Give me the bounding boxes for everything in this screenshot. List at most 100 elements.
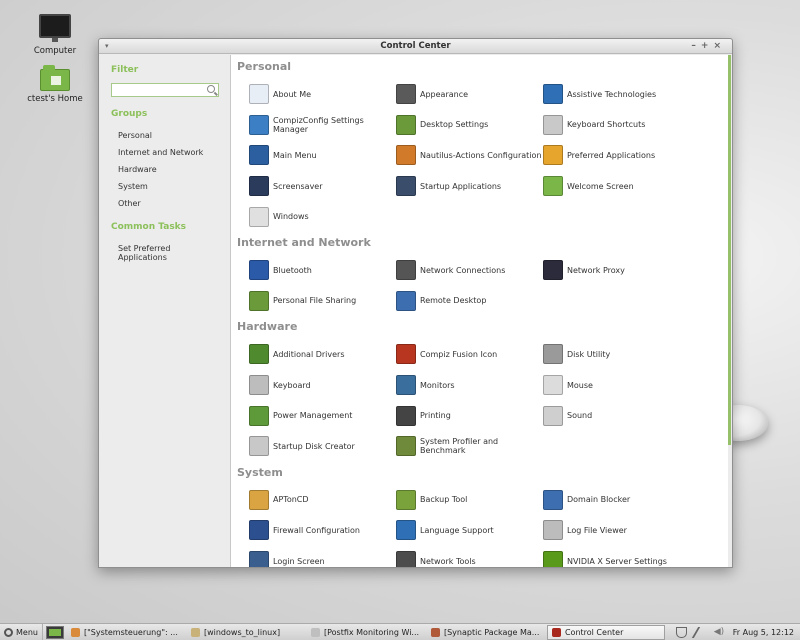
settings-item[interactable]: Network Tools [396, 546, 543, 567]
settings-item[interactable]: Keyboard Shortcuts [543, 110, 690, 141]
taskbar-window-button[interactable]: Control Center [546, 624, 665, 640]
settings-item-label: Disk Utility [567, 349, 611, 359]
task-set-preferred-apps[interactable]: Set Preferred Applications [111, 240, 217, 266]
taskbar-window-button[interactable]: [Postfix Monitoring Wi... [307, 625, 425, 640]
settings-item[interactable]: Language Support [396, 515, 543, 546]
compiz-config-icon [249, 114, 269, 135]
settings-item[interactable]: Appearance [396, 79, 543, 110]
settings-item[interactable]: Domain Blocker [543, 485, 690, 516]
minimize-button[interactable]: – [691, 41, 701, 51]
menu-button[interactable]: Menu [0, 623, 43, 640]
settings-item[interactable]: Welcome Screen [543, 171, 690, 202]
settings-item-label: Assistive Technologies [567, 89, 657, 99]
settings-item[interactable]: Backup Tool [396, 485, 543, 516]
desktop-icon-computer[interactable]: Computer [20, 14, 90, 56]
language-support-icon [396, 520, 416, 541]
taskbar: Menu ["Systemsteuerung": ... [windows_to_… [0, 623, 800, 640]
nautilus-actions-icon [396, 145, 416, 166]
settings-item-label: Startup Applications [420, 181, 502, 191]
settings-item[interactable]: Screensaver [249, 171, 396, 202]
settings-item-label: Backup Tool [420, 495, 468, 505]
close-button[interactable]: × [713, 41, 726, 51]
desktop-icon-label: ctest's Home [27, 94, 83, 104]
settings-item-label: Network Connections [420, 265, 506, 275]
settings-item[interactable]: Mouse [543, 370, 690, 401]
settings-item-label: Domain Blocker [567, 495, 631, 505]
window-menu-icon[interactable]: ▾ [105, 39, 109, 54]
settings-item-label: Screensaver [273, 181, 323, 191]
window-title: Control Center [380, 41, 451, 51]
settings-item[interactable]: Startup Applications [396, 171, 543, 202]
settings-item[interactable]: Firewall Configuration [249, 515, 396, 546]
desktop-icon-home[interactable]: ctest's Home [20, 64, 90, 104]
keyboard-icon [249, 375, 269, 396]
settings-item-label: Sound [567, 411, 593, 421]
window-titlebar[interactable]: ▾ Control Center –+× [99, 39, 732, 54]
settings-item[interactable]: Preferred Applications [543, 140, 690, 171]
scrollbar-thumb[interactable] [728, 55, 731, 445]
settings-item-label: Bluetooth [273, 265, 312, 275]
mouse-icon [543, 375, 563, 396]
settings-item[interactable]: Windows [249, 201, 396, 232]
settings-item[interactable]: System Profiler and Benchmark [396, 431, 543, 462]
settings-item[interactable]: Printing [396, 400, 543, 431]
settings-item[interactable]: Startup Disk Creator [249, 431, 396, 462]
desktop-settings-icon [396, 114, 416, 135]
settings-item[interactable]: NVIDIA X Server Settings [543, 546, 690, 567]
settings-item[interactable]: Keyboard [249, 370, 396, 401]
compiz-fusion-icon [396, 344, 416, 365]
taskbar-window-button[interactable]: ["Systemsteuerung": ... [67, 625, 185, 640]
shield-icon[interactable] [675, 626, 687, 638]
settings-item[interactable]: Disk Utility [543, 339, 690, 370]
sidebar: Filter Groups Personal Internet and Netw… [99, 55, 229, 567]
settings-item-label: Mouse [567, 380, 593, 390]
groups-heading: Groups [111, 109, 148, 119]
remote-desktop-icon [396, 290, 416, 311]
settings-item[interactable]: Bluetooth [249, 255, 396, 286]
group-item-internet-network[interactable]: Internet and Network [111, 144, 217, 161]
log-viewer-icon [543, 520, 563, 541]
taskbar-window-button[interactable]: [windows_to_linux] [187, 625, 305, 640]
filter-field[interactable] [111, 83, 219, 97]
common-tasks-heading: Common Tasks [111, 222, 187, 232]
settings-item-label: Login Screen [273, 556, 325, 566]
show-desktop-icon[interactable] [45, 625, 64, 639]
group-item-personal[interactable]: Personal [111, 127, 217, 144]
content-scrollbar[interactable] [728, 55, 732, 567]
group-item-system[interactable]: System [111, 178, 217, 195]
settings-item[interactable]: Additional Drivers [249, 339, 396, 370]
settings-item[interactable]: Personal File Sharing [249, 286, 396, 317]
settings-item[interactable]: Login Screen [249, 546, 396, 567]
settings-item[interactable]: Assistive Technologies [543, 79, 690, 110]
settings-item[interactable]: About Me [249, 79, 396, 110]
system-tray: ◀) Fr Aug 5, 12:12 [675, 626, 800, 638]
settings-item[interactable]: Log File Viewer [543, 515, 690, 546]
group-item-other[interactable]: Other [111, 195, 217, 212]
welcome-screen-icon [543, 176, 563, 197]
volume-icon[interactable]: ◀) [714, 627, 725, 638]
taskbar-window-button[interactable]: [Synaptic Package Ma... [427, 625, 545, 640]
clock[interactable]: Fr Aug 5, 12:12 [733, 628, 794, 637]
settings-item[interactable]: Nautilus-Actions Configuration [396, 140, 543, 171]
settings-item[interactable]: Remote Desktop [396, 286, 543, 317]
settings-item[interactable]: Compiz Fusion Icon [396, 339, 543, 370]
startup-apps-icon [396, 176, 416, 197]
section-title: System [237, 465, 283, 479]
settings-item[interactable]: Monitors [396, 370, 543, 401]
section-grid: APTonCD Backup Tool Domain Blocker Firewall… [249, 485, 722, 567]
settings-item[interactable]: Main Menu [249, 140, 396, 171]
settings-item[interactable]: CompizConfig Settings Manager [249, 110, 396, 141]
settings-item[interactable]: Power Management [249, 400, 396, 431]
network-icon[interactable] [691, 626, 709, 638]
settings-item[interactable]: Desktop Settings [396, 110, 543, 141]
printing-icon [396, 405, 416, 426]
search-icon[interactable] [207, 85, 215, 93]
settings-item-label: CompizConfig Settings Manager [273, 115, 364, 134]
settings-item[interactable]: Network Connections [396, 255, 543, 286]
filter-input[interactable] [112, 84, 202, 96]
settings-item[interactable]: Sound [543, 400, 690, 431]
group-item-hardware[interactable]: Hardware [111, 161, 217, 178]
maximize-button[interactable]: + [701, 41, 714, 51]
settings-item[interactable]: Network Proxy [543, 255, 690, 286]
settings-item[interactable]: APTonCD [249, 485, 396, 516]
